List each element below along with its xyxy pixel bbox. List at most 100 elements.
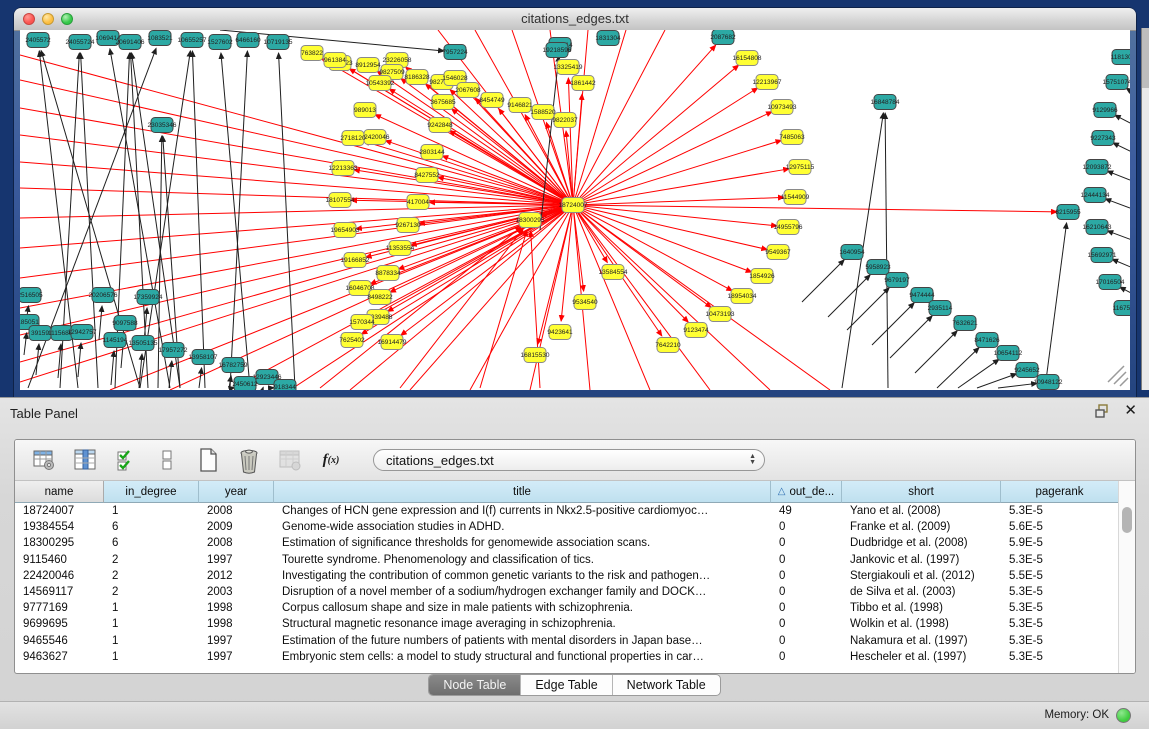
graph-node-label: 39159	[31, 330, 49, 337]
panel-title: Table Panel	[10, 406, 78, 421]
graph-node-label: 20691406	[116, 39, 145, 46]
table-cell: 2012	[199, 568, 274, 584]
column-header[interactable]: pagerank	[1001, 481, 1119, 503]
float-panel-icon[interactable]	[1095, 404, 1110, 418]
graph-node-label: 763822	[301, 50, 323, 57]
table-cell: Changes of HCN gene expression and I(f) …	[274, 503, 771, 519]
graph-node-label: 8454749	[479, 97, 505, 104]
graph-node-label: 9534540	[572, 299, 598, 306]
graph-node-label: 9474444	[909, 292, 935, 299]
function-builder-icon[interactable]: f(x)	[318, 447, 344, 473]
table-cell: 2	[104, 552, 199, 568]
graph-node-label: 1083521	[147, 35, 173, 42]
table-cell: 22420046	[15, 568, 104, 584]
table-row[interactable]: 946554611997Estimation of the future num…	[15, 633, 1119, 649]
table-cell: 5.3E-5	[1001, 649, 1119, 665]
graph-node-label: 1861442	[570, 80, 596, 87]
graph-edge	[573, 169, 789, 205]
graph-edge	[573, 112, 772, 205]
graph-node-label: 16815530	[521, 352, 550, 359]
graph-node-label: 9227343	[1090, 135, 1116, 142]
graph-node-label: 10473193	[706, 311, 735, 318]
dropdown-stepper-icon: ▲▼	[749, 454, 756, 466]
canvas-resize-grip[interactable]	[1108, 366, 1128, 386]
unselect-all-icon[interactable]	[154, 447, 180, 473]
graph-node-label: 10948122	[1034, 379, 1063, 386]
graph-node-label: 989013	[354, 107, 376, 114]
tab-edge-table[interactable]: Edge Table	[521, 675, 612, 695]
close-panel-icon[interactable]: ✕	[1124, 404, 1137, 418]
table-select-dropdown[interactable]: citations_edges.txt ▲▼	[373, 449, 765, 471]
table-scrollbar-thumb[interactable]	[1122, 507, 1132, 533]
graph-node-label: 9423641	[547, 329, 573, 336]
table-cell: 1	[104, 616, 199, 632]
tab-node-table[interactable]: Node Table	[429, 675, 521, 695]
network-canvas[interactable]: 1872400798601238912954232260589827509818…	[20, 30, 1130, 390]
table-row[interactable]: 977716911998Corpus callosum shape and si…	[15, 600, 1119, 616]
table-cell: Nakamura et al. (1997)	[842, 633, 1001, 649]
graph-node-label: 9146821	[507, 102, 533, 109]
graph-node-label: 12213967	[753, 79, 782, 86]
tab-network-table[interactable]: Network Table	[613, 675, 720, 695]
select-column-icon[interactable]	[72, 447, 98, 473]
table-cell: Wolkin et al. (1998)	[842, 616, 1001, 632]
table-cell: Investigating the contribution of common…	[274, 568, 771, 584]
table-cell: 49	[771, 503, 842, 519]
window-titlebar[interactable]: citations_edges.txt	[14, 8, 1136, 31]
table-row[interactable]: 2242004622012Investigating the contribut…	[15, 568, 1119, 584]
graph-node-label: 10719135	[264, 39, 293, 46]
table-settings-icon[interactable]	[31, 447, 57, 473]
table-row[interactable]: 1830029562008Estimation of significance …	[15, 535, 1119, 551]
column-header[interactable]: short	[842, 481, 1001, 503]
table-row[interactable]: 1938455462009Genome-wide association stu…	[15, 519, 1119, 535]
graph-edge	[573, 205, 767, 250]
memory-status-label: Memory: OK	[1044, 709, 1109, 721]
graph-node-label: 1167533	[1113, 305, 1130, 312]
table-cell: 0	[771, 568, 842, 584]
graph-node-label: 9245652	[1014, 367, 1040, 374]
table-row[interactable]: 1456911722003Disruption of a novel membe…	[15, 584, 1119, 600]
graph-edge	[20, 162, 573, 205]
table-cell: 1	[104, 600, 199, 616]
table-row[interactable]: 946362711997Embryonic stem cells: a mode…	[15, 649, 1119, 665]
graph-node-label: 16914479	[378, 339, 407, 346]
select-all-icon[interactable]	[113, 447, 139, 473]
column-header[interactable]: name	[15, 481, 104, 503]
graph-edge	[958, 359, 999, 388]
table-header-row: namein_degreeyeartitle△out_de...shortpag…	[15, 481, 1119, 503]
graph-node-label: 9549367	[765, 249, 791, 256]
table-row[interactable]: 969969511998Structural magnetic resonanc…	[15, 616, 1119, 632]
trash-icon[interactable]	[236, 447, 262, 473]
column-header[interactable]: in_degree	[104, 481, 199, 503]
table-scrollbar[interactable]	[1118, 481, 1135, 673]
table-cell: 18724007	[15, 503, 104, 519]
column-header[interactable]: year	[199, 481, 274, 503]
table-cell: 5.3E-5	[1001, 503, 1119, 519]
table-cell: 14569117	[15, 584, 104, 600]
table-cell: Tibbo et al. (1998)	[842, 600, 1001, 616]
graph-edge	[1107, 231, 1130, 240]
graph-node-label: 15692971	[1088, 252, 1117, 259]
graph-node-label: 9827509	[379, 69, 405, 76]
table-row[interactable]: 1872400712008Changes of HCN gene express…	[15, 503, 1119, 519]
graph-edge	[847, 288, 889, 330]
table-type-tabs: Node Table Edge Table Network Table	[428, 674, 720, 696]
table-cell: 2009	[199, 519, 274, 535]
graph-edge	[230, 51, 247, 388]
memory-status-dot[interactable]	[1116, 708, 1131, 723]
graph-node-label: 9267130	[395, 222, 421, 229]
graph-node-label: 18954034	[728, 293, 757, 300]
table-cell: Tourette syndrome. Phenomenology and cla…	[274, 552, 771, 568]
table-row[interactable]: 911546021997Tourette syndrome. Phenomeno…	[15, 552, 1119, 568]
new-document-icon[interactable]	[195, 447, 221, 473]
column-header[interactable]: title	[274, 481, 771, 503]
graph-edge	[977, 374, 1017, 388]
table-cell: Genome-wide association studies in ADHD.	[274, 519, 771, 535]
graph-node-label: 9679197	[884, 277, 910, 284]
graph-edge	[279, 53, 295, 388]
column-header[interactable]: △out_de...	[771, 481, 842, 503]
table-cell: 5.6E-5	[1001, 519, 1119, 535]
graph-node-label: 417004	[407, 199, 429, 206]
graph-edge	[802, 260, 844, 302]
graph-node-label: 10973493	[768, 104, 797, 111]
